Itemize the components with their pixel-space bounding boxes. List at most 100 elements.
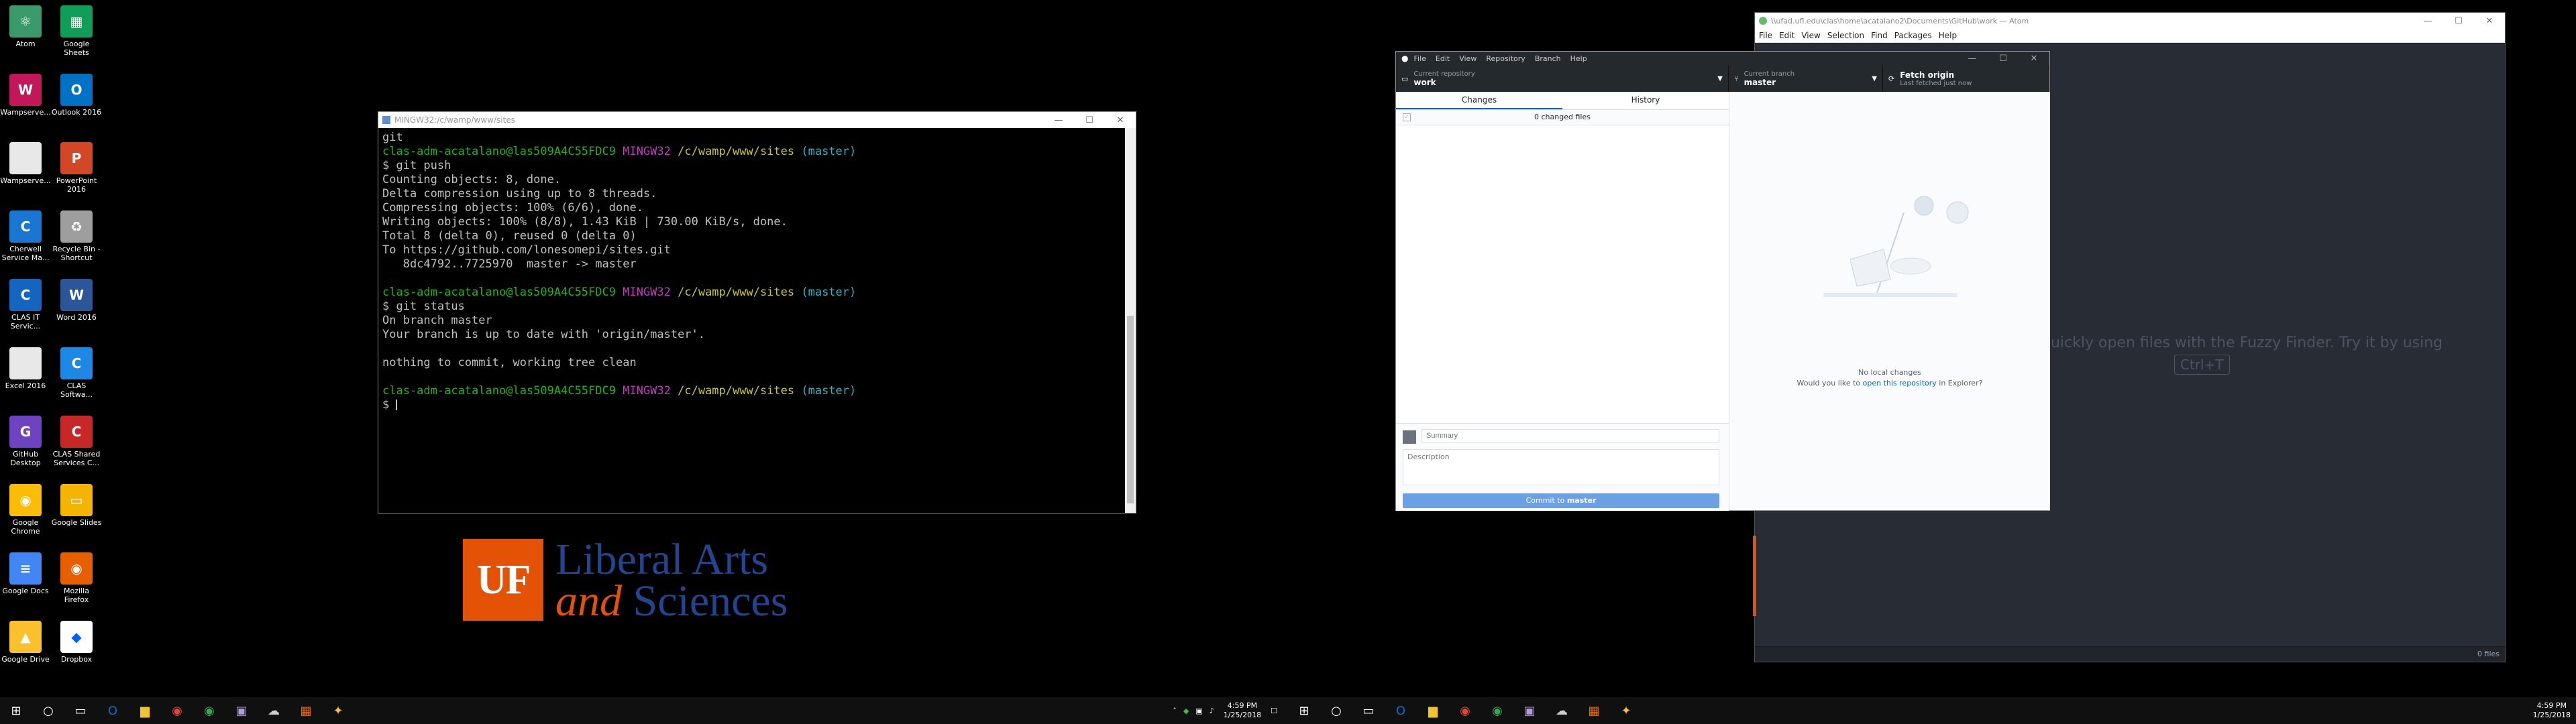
desktop-icon[interactable]: Excel 2016	[0, 347, 51, 390]
file-explorer-icon[interactable]: ▆	[129, 697, 161, 724]
desktop-icon[interactable]: G GitHub Desktop	[0, 416, 51, 467]
volume-icon[interactable]: ♪	[1210, 707, 1214, 715]
office-icon[interactable]: ▦	[1578, 697, 1610, 724]
menu-item[interactable]: View	[1801, 31, 1820, 40]
outlook-icon[interactable]: O	[1385, 697, 1417, 724]
menu-item[interactable]: Help	[1570, 54, 1587, 63]
menu-item[interactable]: File	[1759, 31, 1772, 40]
menu-item[interactable]: Help	[1939, 31, 1957, 40]
desktop-icon[interactable]: ◉ Mozilla Firefox	[51, 552, 102, 604]
desktop-icon[interactable]: P PowerPoint 2016	[51, 142, 102, 194]
chrome-icon[interactable]: ◉	[161, 697, 193, 724]
maximize-icon[interactable]: ☐	[2443, 13, 2474, 29]
desktop-icon[interactable]: ≡ Google Docs	[0, 552, 51, 595]
desktop-icon[interactable]: O Outlook 2016	[51, 74, 102, 117]
app-icon: O	[60, 74, 93, 106]
desktop-icon[interactable]: ▭ Google Slides	[51, 484, 102, 527]
maximize-icon[interactable]: ☐	[1988, 52, 2019, 65]
terminal-window[interactable]: MINGW32:/c/wamp/www/sites — ☐ ✕ git clas-…	[378, 111, 1136, 514]
desktop-icon[interactable]: W Wampserve...	[0, 74, 51, 117]
terminal-segment: MINGW32	[623, 384, 678, 398]
cloud-icon[interactable]: ☁	[1546, 697, 1578, 724]
menu-item[interactable]: Repository	[1486, 54, 1525, 63]
status-files[interactable]: 0 files	[2477, 650, 2500, 658]
desktop-icon[interactable]: ⚛ Atom	[0, 5, 51, 48]
desktop-icon[interactable]: C CLAS Shared Services C...	[51, 416, 102, 467]
atom-titlebar[interactable]: \\ufad.ufl.edu\clas\home\acatalano2\Docu…	[1755, 13, 2505, 29]
app-icon: ◉	[9, 484, 42, 516]
terminal-line: On branch master	[382, 314, 1132, 328]
tab-history[interactable]: History	[1562, 92, 1729, 109]
terminal-icon[interactable]: ▣	[225, 697, 258, 724]
desktop-icon[interactable]: ▦ Google Sheets	[51, 5, 102, 57]
menu-item[interactable]: Branch	[1535, 54, 1561, 63]
search-icon[interactable]: ○	[32, 697, 64, 724]
menu-item[interactable]: Selection	[1827, 31, 1864, 40]
windows-icon[interactable]: ⊞	[1288, 697, 1320, 724]
desktop-icon[interactable]: C Cherwell Service Ma...	[0, 210, 51, 262]
desktop-icon[interactable]: C CLAS Softwa...	[51, 347, 102, 399]
terminal-titlebar[interactable]: MINGW32:/c/wamp/www/sites — ☐ ✕	[378, 112, 1136, 128]
desktop-icon[interactable]: ◆ Dropbox	[51, 621, 102, 664]
task-view-icon[interactable]: ▭	[64, 697, 97, 724]
terminal-line: clas-adm-acatalano@las509A4C55FDC9 MINGW…	[382, 384, 1132, 398]
maximize-icon[interactable]: ☐	[1074, 112, 1105, 128]
close-icon[interactable]: ✕	[1105, 112, 1136, 128]
task-view-icon[interactable]: ▭	[1352, 697, 1385, 724]
clock-right[interactable]: 4:59 PM 1/25/2018	[2533, 701, 2571, 720]
tool-icon[interactable]: ✦	[322, 697, 354, 724]
gh-right-panel: No local changes Would you like to open …	[1729, 92, 2050, 510]
chrome-icon[interactable]: ◉	[193, 697, 225, 724]
desktop-icon[interactable]: C CLAS IT Servic...	[0, 279, 51, 330]
menu-item[interactable]: File	[1413, 54, 1426, 63]
desktop-icon-label: Google Chrome	[11, 518, 40, 536]
current-repository-button[interactable]: ▭ Current repository work ▼	[1396, 65, 1729, 92]
desktop-icon[interactable]: W Word 2016	[51, 279, 102, 322]
close-icon[interactable]: ✕	[2019, 52, 2049, 65]
file-explorer-icon[interactable]: ▆	[1417, 697, 1449, 724]
network-icon[interactable]: ▣	[1195, 707, 1202, 715]
chrome-icon[interactable]: ◉	[1449, 697, 1481, 724]
desktop-icon[interactable]: Wampserve...	[0, 142, 51, 185]
menu-item[interactable]: View	[1459, 54, 1477, 63]
cloud-icon[interactable]: ☁	[258, 697, 290, 724]
outlook-icon[interactable]: O	[97, 697, 129, 724]
terminal-scrollbar[interactable]	[1125, 128, 1136, 513]
tab-changes[interactable]: Changes	[1396, 92, 1562, 109]
github-desktop-window[interactable]: ● File Edit View Repository Branch Help — ☐ ✕…	[1395, 51, 2050, 511]
logo-sciences: Sciences	[633, 577, 788, 625]
current-branch-button[interactable]: ⑂ Current branch master ▼	[1729, 65, 1883, 92]
close-icon[interactable]: ✕	[2474, 13, 2505, 29]
tool-icon[interactable]: ✦	[1610, 697, 1642, 724]
menu-item[interactable]: Find	[1871, 31, 1888, 40]
minimize-icon[interactable]: —	[1957, 52, 1988, 65]
terminal-icon[interactable]: ▣	[1513, 697, 1546, 724]
terminal-output[interactable]: git clas-adm-acatalano@las509A4C55FDC9 MI…	[378, 128, 1136, 513]
search-icon[interactable]: ○	[1320, 697, 1352, 724]
desktop-icon[interactable]: ◉ Google Chrome	[0, 484, 51, 536]
gh-titlebar[interactable]: ● File Edit View Repository Branch Help — ☐ ✕	[1396, 52, 2049, 65]
windows-icon[interactable]: ⊞	[0, 697, 32, 724]
office-icon[interactable]: ▦	[290, 697, 322, 724]
select-all-checkbox[interactable]: ✓	[1403, 113, 1411, 121]
description-input[interactable]	[1403, 449, 1719, 485]
desktop-icon-label: CLAS Softwa...	[60, 381, 93, 399]
chrome-icon[interactable]: ◉	[1481, 697, 1513, 724]
terminal-segment: /c/wamp/www/sites	[678, 286, 802, 299]
menu-item[interactable]: Edit	[1779, 31, 1794, 40]
menu-item[interactable]: Edit	[1436, 54, 1450, 63]
minimize-icon[interactable]: —	[1043, 112, 1074, 128]
scrollbar-thumb[interactable]	[1127, 316, 1134, 503]
open-repo-link[interactable]: open this repository	[1863, 379, 1937, 387]
chevron-up-icon[interactable]: ˄	[1173, 707, 1177, 715]
menu-item[interactable]: Packages	[1894, 31, 1932, 40]
notification-icon[interactable]: ☐	[1271, 707, 1277, 715]
clock-left[interactable]: 4:59 PM 1/25/2018	[1224, 701, 1261, 720]
summary-input[interactable]	[1421, 429, 1719, 442]
desktop-icon[interactable]: ▲ Google Drive	[0, 621, 51, 664]
minimize-icon[interactable]: —	[2412, 13, 2443, 29]
desktop-icon[interactable]: ♻ Recycle Bin - Shortcut	[51, 210, 102, 262]
fetch-origin-button[interactable]: ⟳ Fetch origin Last fetched just now	[1883, 65, 2049, 92]
commit-button[interactable]: Commit to master	[1403, 493, 1719, 508]
shield-icon[interactable]: ◆	[1183, 707, 1189, 715]
